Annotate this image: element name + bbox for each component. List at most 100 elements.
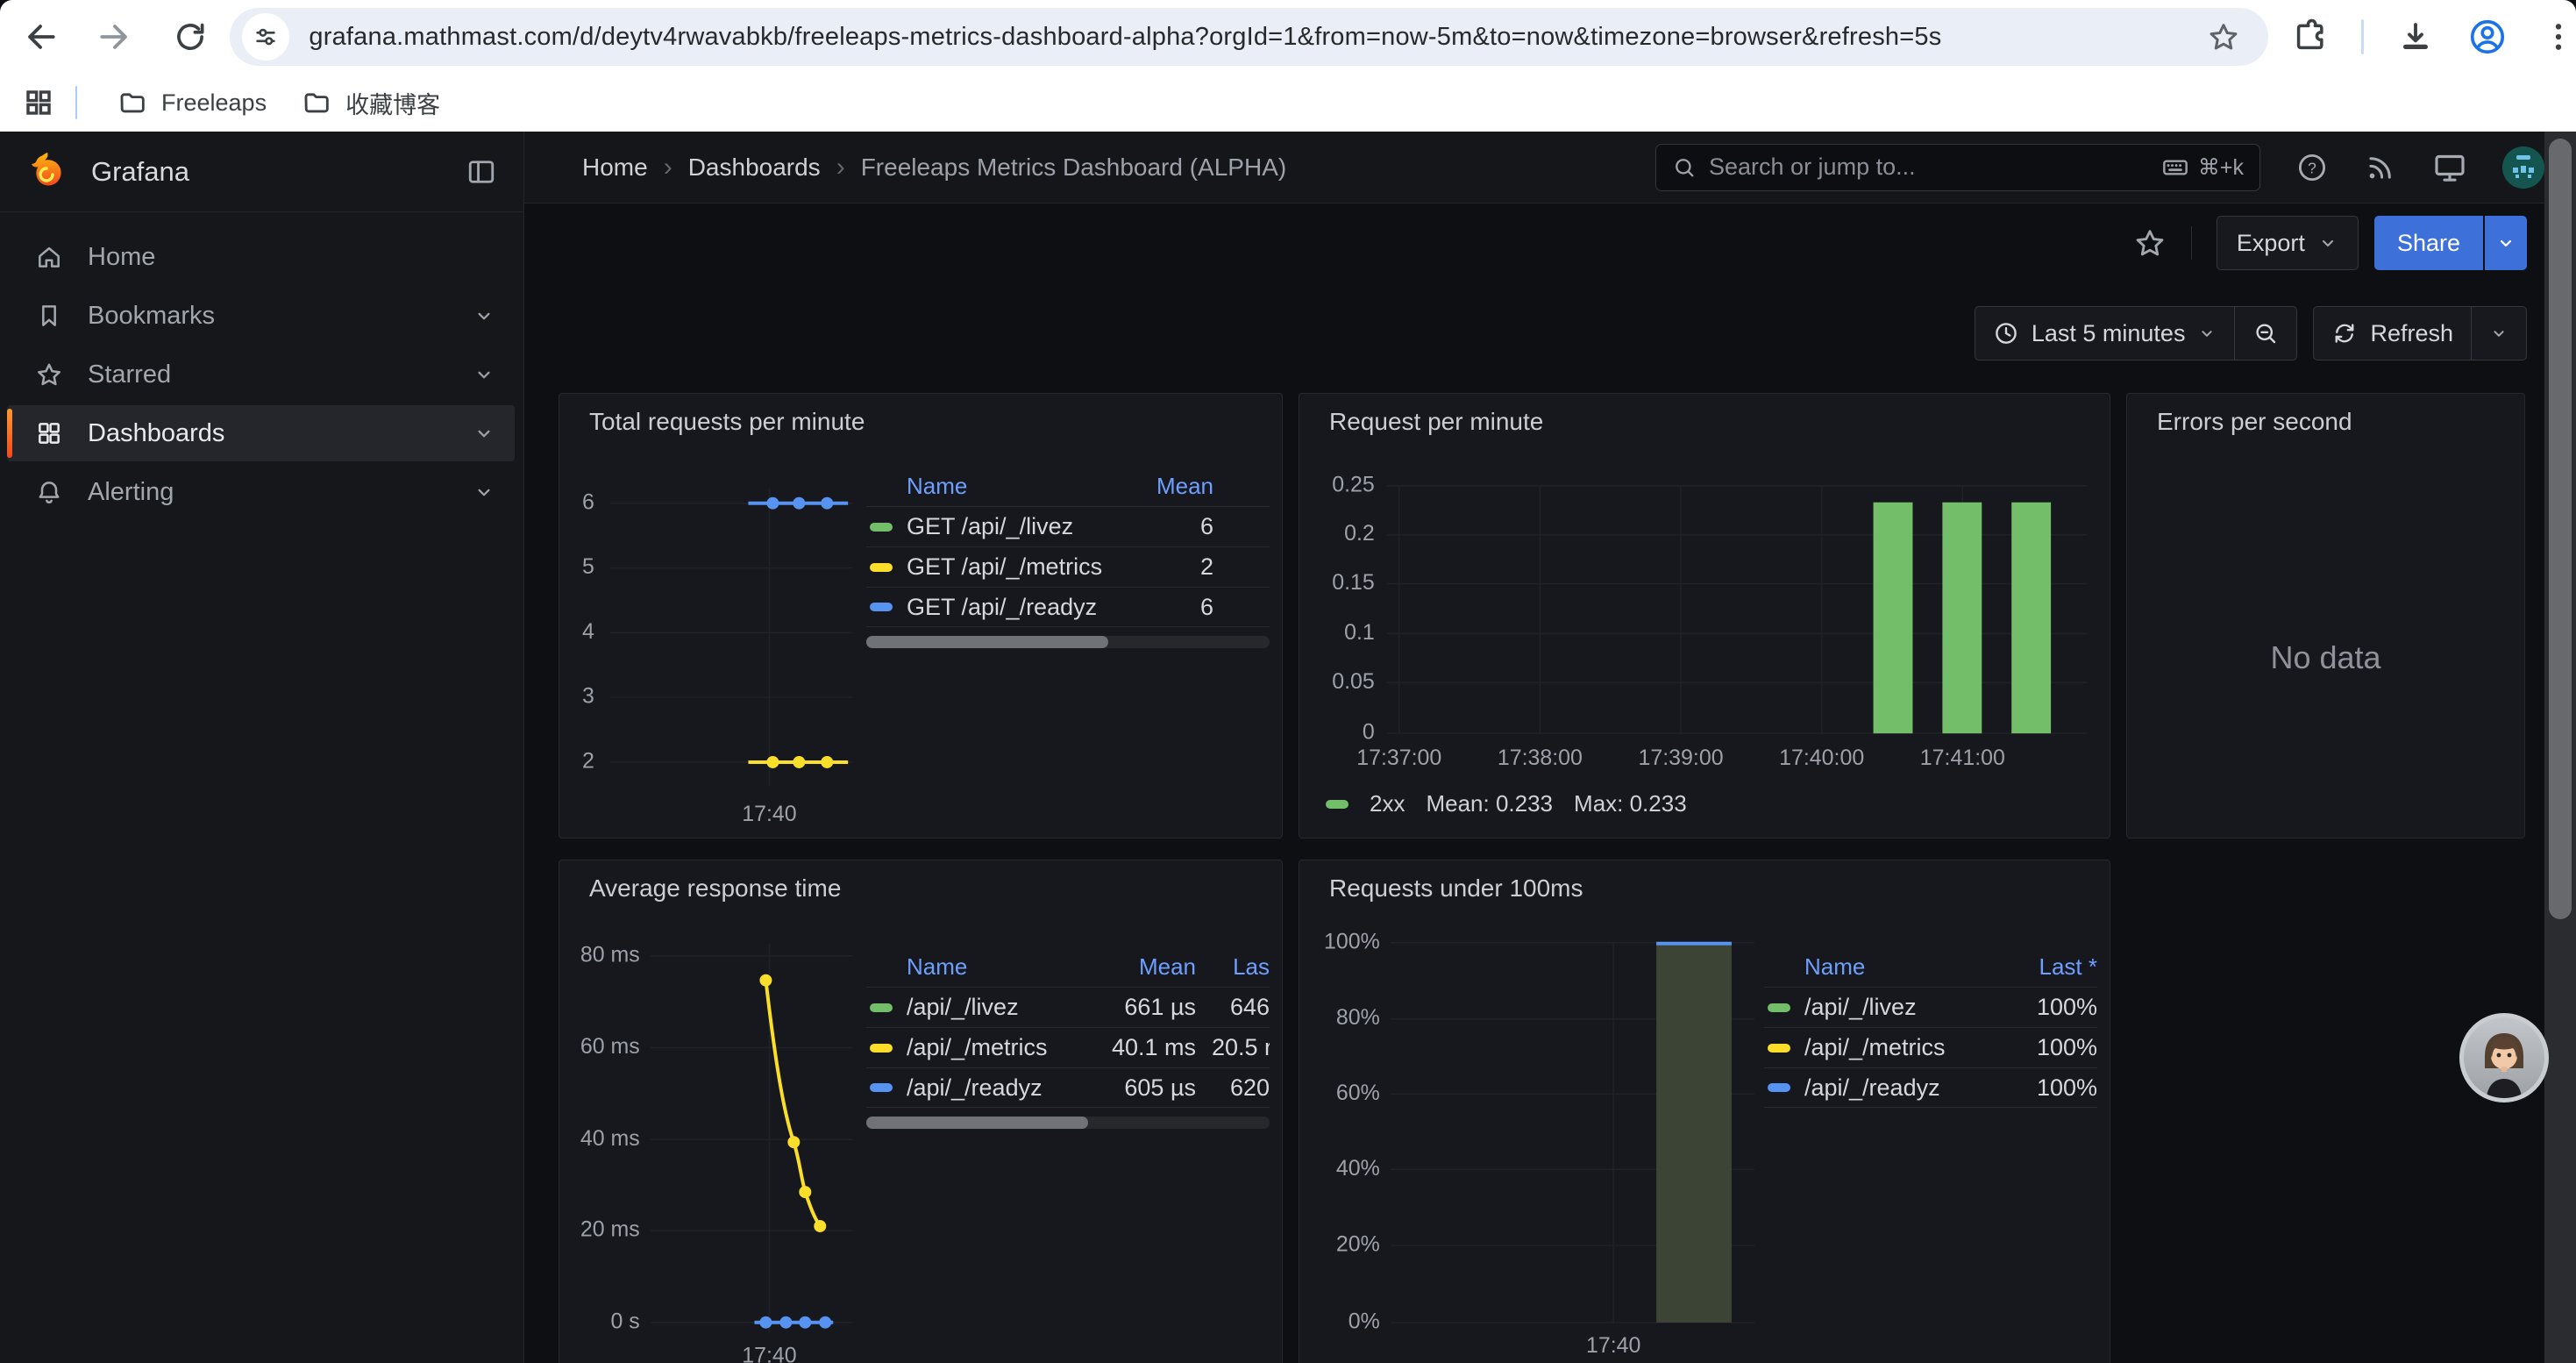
help-button[interactable]: ? (2295, 151, 2329, 184)
legend-col-name[interactable]: Name (866, 473, 1108, 500)
legend-col-mean[interactable]: Mean (1082, 953, 1196, 981)
share-menu-button[interactable] (2485, 216, 2527, 270)
assistant-avatar[interactable] (2459, 1013, 2549, 1103)
reload-button[interactable] (162, 9, 217, 65)
svg-text:17:40:00: 17:40:00 (1779, 746, 1864, 770)
user-avatar[interactable] (2502, 146, 2544, 189)
main-area: Home › Dashboards › Freeleaps Metrics Da… (524, 132, 2576, 1363)
time-range-label: Last 5 minutes (2032, 320, 2186, 347)
request-per-minute-chart: 0.25 0.2 0.15 0.1 0.05 0 17:37:00 17:38:… (1299, 394, 2110, 838)
forward-button[interactable] (87, 9, 142, 65)
legend-series-name[interactable]: GET /api/_/readyz (907, 594, 1108, 621)
site-settings-icon[interactable] (242, 13, 289, 61)
extensions-puzzle-icon (2291, 18, 2328, 55)
apps-grid-button[interactable] (23, 87, 54, 118)
kebab-menu-icon (2541, 19, 2576, 54)
panel-title[interactable]: Errors per second (2157, 408, 2352, 436)
legend-series-name[interactable]: /api/_/metrics (907, 1034, 1082, 1061)
chevron-down-icon[interactable] (473, 481, 495, 503)
page-scrollbar[interactable] (2544, 132, 2576, 1363)
legend-series-name[interactable]: GET /api/_/livez (907, 513, 1108, 540)
legend-row: GET /api/_/readyz 6 (866, 587, 1270, 627)
legend-series-name[interactable]: GET /api/_/metrics (907, 553, 1108, 581)
sidebar-item-alerting[interactable]: Alerting (7, 464, 515, 520)
search-input[interactable]: Search or jump to... ⌘+k (1655, 144, 2260, 191)
panel-average-response-time: Average response time 80 ms 60 ms 40 ms … (559, 860, 1283, 1363)
top-nav: Home › Dashboards › Freeleaps Metrics Da… (524, 132, 2576, 203)
rss-icon (2364, 151, 2397, 184)
legend-series-name[interactable]: /api/_/readyz (1804, 1074, 1992, 1102)
sidebar-item-starred[interactable]: Starred (7, 346, 515, 403)
chevron-down-icon (2197, 324, 2217, 343)
chevron-down-icon[interactable] (473, 304, 495, 327)
legend-series-name[interactable]: /api/_/livez (1804, 994, 1992, 1021)
legend-col-last[interactable]: Las (1212, 953, 1270, 981)
sidebar-item-dashboards[interactable]: Dashboards (7, 405, 515, 461)
svg-text:?: ? (2308, 159, 2316, 176)
url-text[interactable]: grafana.mathmast.com/d/deytv4rwavabkb/fr… (309, 23, 2207, 52)
breadcrumb-current-page: Freeleaps Metrics Dashboard (ALPHA) (861, 153, 1287, 182)
breadcrumb-separator: › (664, 153, 672, 182)
legend-scrollbar[interactable] (866, 1117, 1270, 1129)
series-swatch-blue (870, 603, 893, 611)
time-range-picker[interactable]: Last 5 minutes (1975, 307, 2235, 360)
share-button[interactable]: Share (2374, 216, 2483, 270)
legend-col-name[interactable]: Name (1764, 953, 1992, 981)
share-button-group: Share (2374, 216, 2527, 270)
svg-text:17:38:00: 17:38:00 (1498, 746, 1583, 770)
svg-text:6: 6 (582, 489, 594, 514)
chevron-down-icon[interactable] (473, 422, 495, 445)
series-readyz-line (754, 1317, 833, 1329)
legend-series-name[interactable]: 2xx (1370, 790, 1405, 817)
sidebar-item-label: Bookmarks (88, 302, 215, 331)
sidebar-header: Grafana (0, 132, 523, 212)
bookmark-folder-freeleaps[interactable]: Freeleaps (100, 80, 284, 125)
profile-button[interactable] (2467, 17, 2508, 57)
breadcrumb-home[interactable]: Home (582, 153, 648, 182)
legend-last-value: 646 (1212, 994, 1270, 1021)
zoom-out-time-button[interactable] (2234, 307, 2296, 360)
svg-text:3: 3 (582, 684, 594, 709)
legend-col-name[interactable]: Name (866, 953, 1082, 981)
url-bar[interactable]: grafana.mathmast.com/d/deytv4rwavabkb/fr… (230, 8, 2268, 66)
header-icons: ? (2295, 146, 2544, 189)
sidebar-item-label: Alerting (88, 478, 174, 507)
news-button[interactable] (2364, 151, 2397, 184)
scrollbar-thumb[interactable] (2549, 139, 2572, 919)
sidebar-item-bookmarks[interactable]: Bookmarks (7, 288, 515, 344)
bookmark-folder-blogs[interactable]: 收藏博客 (284, 80, 458, 125)
legend-col-last[interactable]: Last * (1992, 953, 2097, 981)
svg-text:80 ms: 80 ms (580, 942, 640, 967)
kiosk-mode-button[interactable] (2432, 150, 2467, 185)
breadcrumb-dashboards[interactable]: Dashboards (688, 153, 821, 182)
downloads-button[interactable] (2397, 18, 2434, 55)
back-button[interactable] (12, 9, 68, 65)
clock-icon (1993, 320, 2019, 346)
brand-title: Grafana (91, 156, 189, 188)
bookmark-star-button[interactable] (2207, 20, 2240, 54)
legend-table: Name Mean Las /api/_/livez 661 µs 646 (866, 946, 1270, 1129)
legend-series-name[interactable]: /api/_/livez (907, 994, 1082, 1021)
legend-mean: Mean: 0.233 (1426, 790, 1553, 817)
legend-series-name[interactable]: /api/_/readyz (907, 1074, 1082, 1102)
sidebar-collapse-button[interactable] (466, 156, 497, 188)
export-button[interactable]: Export (2217, 216, 2359, 270)
favorite-dashboard-button[interactable] (2133, 226, 2167, 260)
search-placeholder: Search or jump to... (1709, 153, 2161, 181)
chevron-down-icon[interactable] (473, 363, 495, 386)
legend-col-mean[interactable]: Mean (1108, 473, 1213, 500)
refresh-interval-button[interactable] (2471, 307, 2526, 360)
grafana-app: Grafana Home Bookmarks Starred (0, 132, 2576, 1363)
panel-errors-per-second: Errors per second No data (2126, 393, 2525, 838)
browser-menu-button[interactable] (2541, 19, 2576, 54)
extensions-button[interactable] (2291, 18, 2328, 55)
sidebar-item-home[interactable]: Home (7, 229, 515, 285)
refresh-button[interactable]: Refresh (2314, 307, 2471, 360)
search-icon (1672, 155, 1697, 180)
star-icon (35, 360, 63, 389)
legend-series-name[interactable]: /api/_/metrics (1804, 1034, 1992, 1061)
svg-text:17:41:00: 17:41:00 (1920, 746, 2005, 770)
legend-scrollbar[interactable] (866, 636, 1270, 648)
legend-row: /api/_/metrics 40.1 ms 20.5 r (866, 1027, 1270, 1067)
svg-text:17:37:00: 17:37:00 (1356, 746, 1441, 770)
